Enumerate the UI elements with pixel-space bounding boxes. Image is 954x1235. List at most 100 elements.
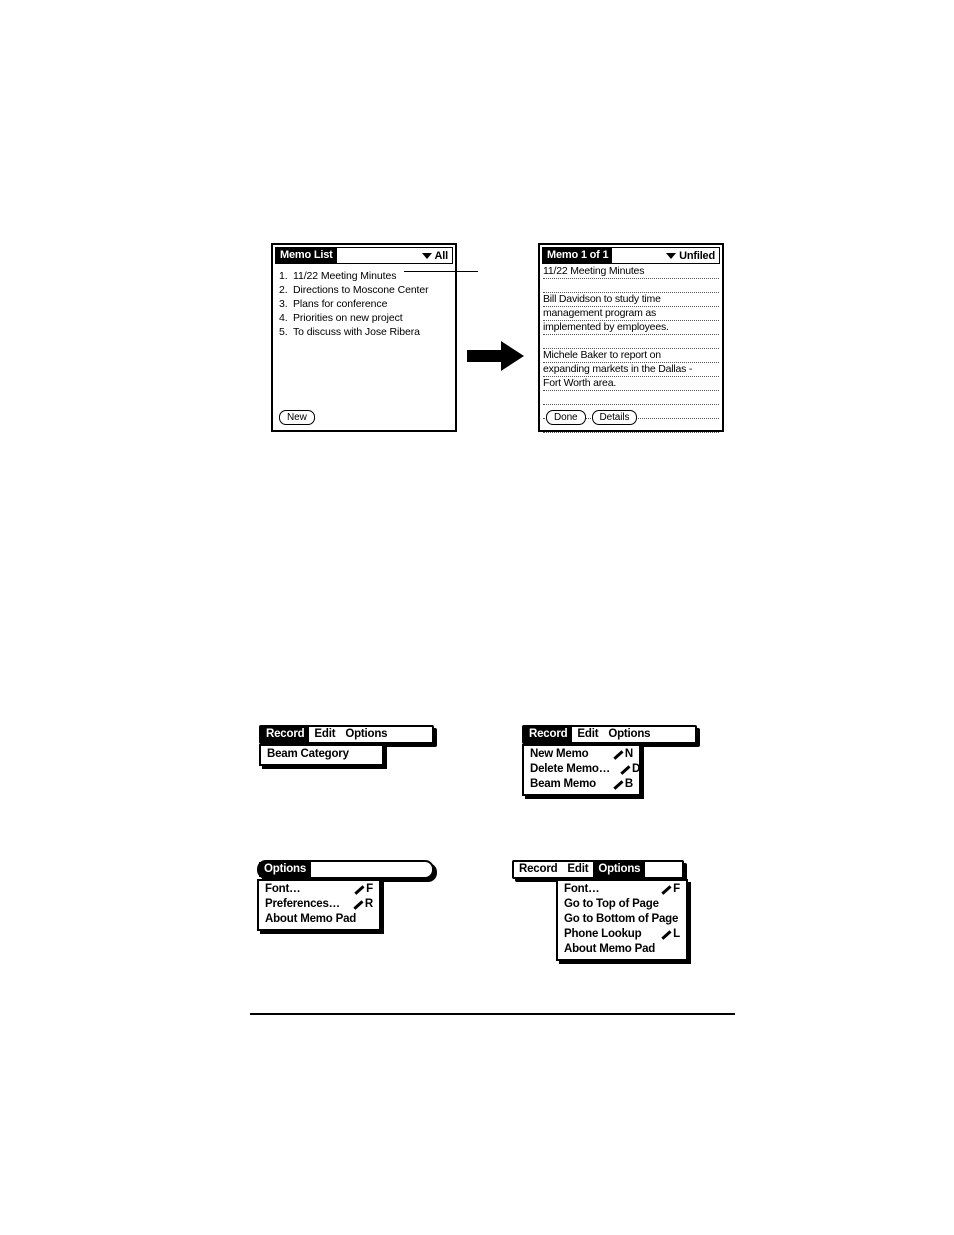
menu-item-label: Font… [265, 883, 301, 895]
options-menu-dropdown: Font… F Go to Top of Page Go to Bottom o… [556, 879, 688, 961]
memo-detail-screen: Memo 1 of 1 Unfiled 11/22 Meeting Minute… [538, 243, 724, 433]
memo-text-line: management program as [543, 307, 719, 321]
menu-item-go-to-top-of-page[interactable]: Go to Top of Page [558, 897, 686, 912]
menu-item-shortcut: B [615, 777, 633, 792]
command-stroke-icon [663, 929, 672, 940]
menubar: Record Edit Options [522, 725, 697, 744]
menubar-item-edit[interactable]: Edit [572, 727, 603, 742]
list-item[interactable]: 4. Priorities on new project [279, 311, 451, 325]
menubar-fill [392, 727, 432, 742]
list-item-label: Plans for conference [293, 298, 388, 310]
titlebar-spacer [612, 248, 666, 263]
memo-text-line: Michele Baker to report on [543, 349, 719, 363]
shortcut-key: R [364, 898, 373, 910]
category-picker-all[interactable]: All [421, 248, 452, 263]
menu-item-shortcut: F [663, 882, 680, 897]
memo-text-line: Bill Davidson to study time [543, 293, 719, 307]
menu-item-font[interactable]: Font… F [259, 882, 379, 897]
menu-item-preferences[interactable]: Preferences… R [259, 897, 379, 912]
menu-item-beam-category[interactable]: Beam Category [261, 747, 382, 762]
titlebar-spacer [337, 248, 422, 263]
memo-detail-button-row: Done Details [546, 410, 638, 425]
list-item[interactable]: 2. Directions to Moscone Center [279, 283, 451, 297]
menu-item-go-to-bottom-of-page[interactable]: Go to Bottom of Page [558, 912, 686, 927]
category-label: Unfiled [679, 249, 715, 262]
menubar-item-record[interactable]: Record [524, 727, 573, 742]
list-item-number: 2. [279, 284, 288, 296]
menu-item-label: About Memo Pad [265, 913, 357, 925]
list-item[interactable]: 5. To discuss with Jose Ribera [279, 325, 451, 339]
menu-item-about-memo-pad[interactable]: About Memo Pad [558, 942, 686, 957]
command-stroke-icon [663, 884, 672, 895]
page-footer-rule [250, 1013, 735, 1015]
menubar-item-options[interactable]: Options [340, 727, 392, 742]
options-menu-dropdown: Font… F Preferences… R About Memo Pad [257, 879, 381, 931]
menu-item-delete-memo[interactable]: Delete Memo… D [524, 762, 640, 777]
menu-item-font[interactable]: Font… F [558, 882, 686, 897]
menubar: Record Edit Options [512, 860, 684, 879]
new-button[interactable]: New [279, 410, 315, 425]
menubar: Record Edit Options [259, 725, 434, 744]
memo-list-body: 1. 11/22 Meeting Minutes 2. Directions to … [273, 264, 455, 339]
list-item-label: To discuss with Jose Ribera [293, 326, 420, 338]
list-item-number: 3. [279, 298, 288, 310]
menubar-item-edit[interactable]: Edit [562, 862, 593, 877]
right-arrow-icon [467, 340, 525, 372]
menu-item-label: Delete Memo… [530, 763, 611, 775]
menubar-fill [645, 862, 682, 877]
menubar-item-options[interactable]: Options [603, 727, 655, 742]
memo-text-line [543, 279, 719, 293]
command-stroke-icon [615, 749, 624, 760]
menubar-fill [311, 862, 432, 877]
menu-item-shortcut: D [622, 762, 640, 777]
record-menu-dropdown: New Memo N Delete Memo… D Beam Memo B [522, 744, 641, 796]
menu-item-shortcut: F [356, 882, 373, 897]
command-stroke-icon [356, 884, 365, 895]
menu-item-beam-memo[interactable]: Beam Memo B [524, 777, 639, 792]
memo-text-line: expanding markets in the Dallas - [543, 363, 719, 377]
shortcut-key: F [673, 883, 680, 895]
done-button[interactable]: Done [546, 410, 586, 425]
menu-item-shortcut: R [355, 897, 373, 912]
menubar: Options [257, 860, 434, 879]
record-category-menu: Record Edit Options Beam Category [259, 725, 434, 766]
menu-item-phone-lookup[interactable]: Phone Lookup L [558, 927, 686, 942]
shortcut-key: N [624, 748, 633, 760]
details-button[interactable]: Details [591, 410, 638, 425]
memo-text-line [543, 391, 719, 405]
list-item-label: 11/22 Meeting Minutes [293, 270, 397, 282]
menubar-item-record[interactable]: Record [514, 862, 562, 877]
menu-item-shortcut: N [615, 747, 633, 762]
chevron-down-icon [421, 252, 432, 259]
options-detail-menu: Record Edit Options Font… F Go to Top of… [512, 860, 688, 961]
memo-text-line: 11/22 Meeting Minutes [543, 265, 719, 279]
list-item-number: 1. [279, 270, 288, 282]
list-item-label: Priorities on new project [293, 312, 403, 324]
memo-text-area[interactable]: 11/22 Meeting Minutes Bill Davidson to s… [540, 264, 722, 433]
menu-item-about-memo-pad[interactable]: About Memo Pad [259, 912, 379, 927]
menubar-item-options[interactable]: Options [259, 862, 312, 877]
menubar-item-edit[interactable]: Edit [309, 727, 340, 742]
callout-connector-line [404, 271, 478, 272]
memo-detail-title: Memo 1 of 1 [543, 248, 613, 263]
menu-item-label: Font… [564, 883, 600, 895]
menu-item-label: Beam Category [267, 748, 349, 760]
menu-item-label: New Memo [530, 748, 589, 760]
command-stroke-icon [622, 764, 631, 775]
memo-detail-titlebar: Memo 1 of 1 Unfiled [542, 247, 720, 264]
record-memo-menu: Record Edit Options New Memo N Delete Me… [522, 725, 697, 796]
shortcut-key: L [673, 928, 680, 940]
category-label: All [434, 249, 449, 262]
chevron-down-icon [666, 252, 677, 259]
menu-item-new-memo[interactable]: New Memo N [524, 747, 639, 762]
menubar-item-record[interactable]: Record [261, 727, 310, 742]
menubar-item-options[interactable]: Options [593, 862, 646, 877]
memo-list-title: Memo List [276, 248, 337, 263]
shortcut-key: F [366, 883, 373, 895]
memo-list-button-row: New [279, 410, 315, 425]
list-item[interactable]: 3. Plans for conference [279, 297, 451, 311]
list-item-number: 4. [279, 312, 288, 324]
category-picker-unfiled[interactable]: Unfiled [666, 248, 719, 263]
shortcut-key: B [624, 778, 633, 790]
menu-item-label: About Memo Pad [564, 943, 656, 955]
